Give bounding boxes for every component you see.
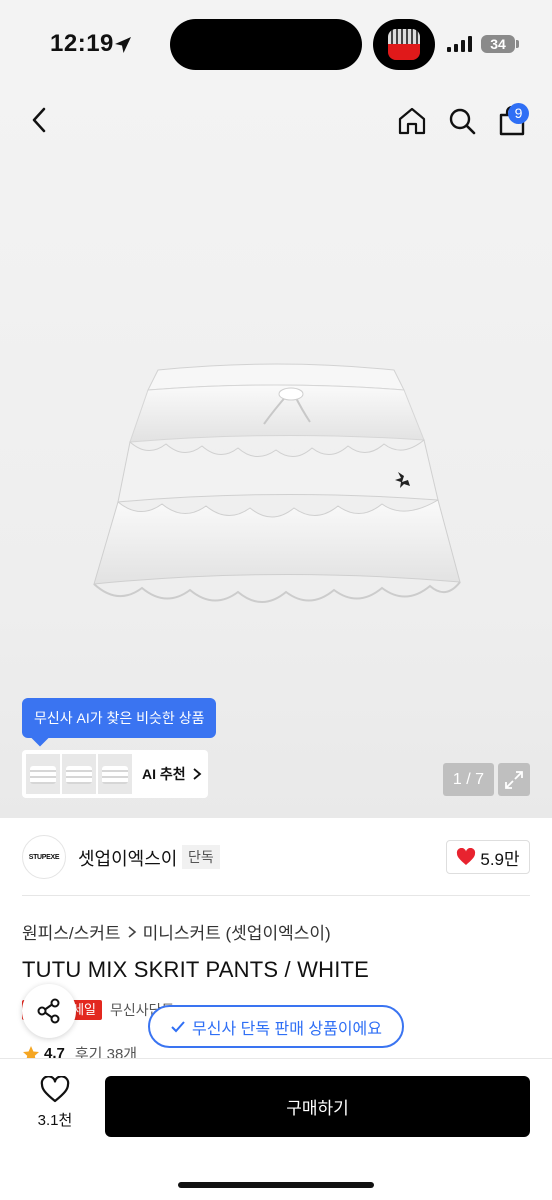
search-button[interactable] — [442, 100, 482, 142]
expand-button[interactable] — [498, 763, 530, 796]
status-time: 12:19 — [50, 30, 114, 57]
cart-count-badge: 9 — [508, 103, 529, 124]
brand-like-count: 5.9만 — [480, 849, 520, 869]
product-title: TUTU MIX SKRIT PANTS / WHITE — [22, 957, 370, 982]
status-bar: 12:19 34 — [0, 0, 552, 90]
chevron-right-icon — [128, 925, 136, 938]
chevron-right-icon — [193, 768, 202, 780]
battery-icon: 34 — [481, 35, 515, 53]
image-counter: 1 / 7 — [443, 763, 494, 796]
ai-thumb-1[interactable] — [26, 754, 60, 794]
battery-tip — [516, 40, 519, 48]
breadcrumb: 원피스/스커트 미니스커트 (셋업이엑스이) — [22, 919, 331, 944]
breadcrumb-subcategory[interactable]: 미니스커트 (셋업이엑스이) — [143, 919, 331, 944]
location-arrow-icon — [115, 37, 131, 53]
album-art-icon — [388, 29, 420, 60]
wishlist-button[interactable]: 3.1천 — [22, 1076, 88, 1138]
breadcrumb-category[interactable]: 원피스/스커트 — [22, 919, 121, 944]
ai-similar-tooltip[interactable]: 무신사 AI가 찾은 비슷한 상품 — [22, 698, 217, 738]
divider — [22, 895, 530, 896]
heart-filled-icon — [457, 848, 476, 865]
expand-icon — [505, 770, 523, 789]
exclusive-notice-text: 무신사 단독 판매 상품이에요 — [192, 1020, 382, 1038]
back-button[interactable] — [20, 100, 60, 140]
buy-button[interactable]: 구매하기 — [105, 1076, 530, 1137]
share-icon — [37, 998, 60, 1024]
ai-thumb-2[interactable] — [62, 754, 96, 794]
cellular-signal-icon — [447, 36, 472, 52]
ai-recommend-label: AI 추천 — [142, 766, 186, 782]
wishlist-count: 3.1천 — [37, 1112, 73, 1129]
share-button[interactable] — [22, 984, 76, 1038]
check-icon — [171, 1020, 185, 1032]
search-icon — [449, 108, 476, 135]
home-button[interactable] — [392, 100, 432, 142]
brand-logo-text: STUPEXE — [28, 853, 60, 861]
exclusive-tag: 단독 — [182, 845, 220, 869]
exclusive-notice-pill: 무신사 단독 판매 상품이에요 — [148, 1005, 404, 1048]
brand-name[interactable]: 셋업이엑스이 — [78, 845, 177, 871]
ai-thumb-3[interactable] — [98, 754, 132, 794]
home-indicator — [178, 1182, 374, 1188]
brand-logo[interactable]: STUPEXE — [22, 835, 66, 879]
chevron-left-icon — [32, 107, 46, 133]
home-icon — [398, 107, 426, 135]
heart-outline-icon — [40, 1076, 70, 1103]
brand-like-button[interactable]: 5.9만 — [446, 840, 530, 874]
dynamic-island — [170, 19, 362, 70]
ai-recommend-card[interactable]: AI 추천 — [22, 750, 208, 798]
product-image[interactable] — [88, 360, 464, 612]
now-playing-indicator[interactable] — [373, 19, 435, 70]
